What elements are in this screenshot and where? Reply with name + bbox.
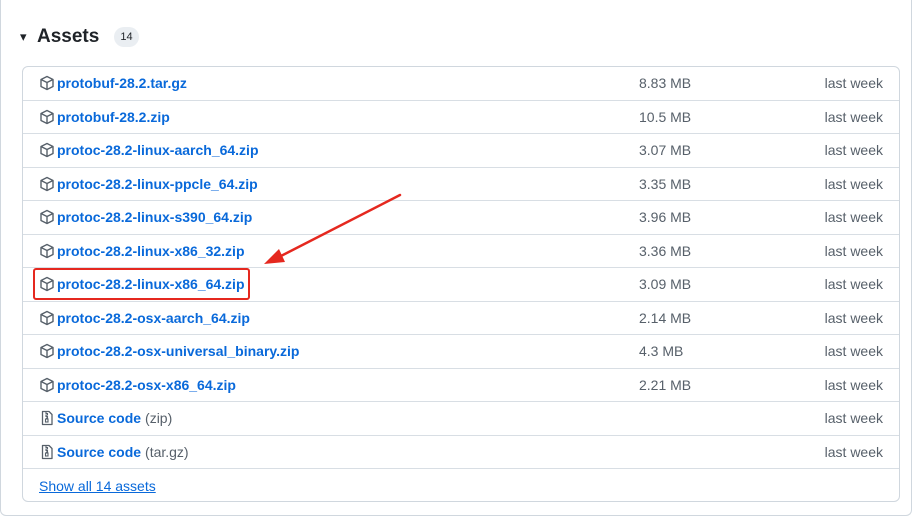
asset-link[interactable]: protobuf-28.2.tar.gz — [57, 75, 187, 91]
asset-row: protobuf-28.2.zip 10.5 MB last week — [23, 101, 899, 134]
asset-time: last week — [824, 108, 883, 125]
package-icon — [40, 143, 54, 158]
asset-link[interactable]: protoc-28.2-linux-s390_64.zip — [57, 209, 252, 225]
asset-size: 4.3 MB — [639, 343, 684, 360]
assets-list: protobuf-28.2.tar.gz 8.83 MB last week p… — [22, 66, 900, 502]
show-all-row: Show all 14 assets — [23, 469, 899, 501]
asset-time: last week — [824, 410, 883, 427]
source-code-row: Source code (tar.gz) last week — [23, 436, 899, 469]
asset-link[interactable]: protoc-28.2-linux-ppcle_64.zip — [57, 176, 258, 192]
package-icon — [40, 377, 54, 392]
package-icon — [40, 277, 54, 292]
package-icon — [40, 210, 54, 225]
asset-size: 10.5 MB — [639, 108, 692, 125]
asset-row: protobuf-28.2.tar.gz 8.83 MB last week — [23, 67, 899, 101]
asset-row: protoc-28.2-osx-aarch_64.zip 2.14 MB las… — [23, 302, 899, 335]
package-icon — [40, 176, 54, 191]
source-code-zip-link[interactable]: Source code (zip) — [57, 410, 172, 426]
asset-row: protoc-28.2-osx-x86_64.zip 2.21 MB last … — [23, 369, 899, 402]
source-code-row: Source code (zip) last week — [23, 402, 899, 436]
caret-down-icon: ▾ — [20, 29, 27, 44]
asset-time: last week — [824, 309, 883, 326]
file-zip-icon — [41, 411, 53, 426]
asset-row-highlighted: protoc-28.2-linux-x86_64.zip 3.09 MB las… — [23, 268, 899, 302]
asset-link[interactable]: protoc-28.2-osx-x86_64.zip — [57, 377, 236, 393]
asset-link[interactable]: protoc-28.2-linux-x86_32.zip — [57, 243, 245, 259]
asset-row: protoc-28.2-linux-ppcle_64.zip 3.35 MB l… — [23, 168, 899, 201]
asset-size: 8.83 MB — [639, 75, 692, 92]
package-icon — [40, 310, 54, 325]
asset-time: last week — [824, 276, 883, 293]
asset-size: 2.21 MB — [639, 376, 692, 393]
asset-time: last week — [824, 142, 883, 159]
asset-time: last week — [824, 209, 883, 226]
assets-toggle[interactable]: ▾ Assets 14 — [20, 24, 139, 50]
asset-link[interactable]: protobuf-28.2.zip — [57, 109, 170, 125]
asset-time: last week — [824, 376, 883, 393]
asset-time: last week — [824, 75, 883, 92]
asset-time: last week — [824, 242, 883, 259]
asset-time: last week — [824, 443, 883, 460]
asset-row: protoc-28.2-linux-aarch_64.zip 3.07 MB l… — [23, 134, 899, 168]
asset-size: 2.14 MB — [639, 309, 692, 326]
asset-link[interactable]: protoc-28.2-linux-x86_64.zip — [57, 276, 245, 292]
asset-time: last week — [824, 343, 883, 360]
asset-row: protoc-28.2-linux-s390_64.zip 3.96 MB la… — [23, 201, 899, 235]
asset-size: 3.09 MB — [639, 276, 692, 293]
asset-size: 3.36 MB — [639, 242, 692, 259]
source-code-targz-link[interactable]: Source code (tar.gz) — [57, 444, 189, 460]
asset-time: last week — [824, 175, 883, 192]
asset-row: protoc-28.2-osx-universal_binary.zip 4.3… — [23, 335, 899, 369]
package-icon — [40, 109, 54, 124]
package-icon — [40, 344, 54, 359]
show-all-assets-link[interactable]: Show all 14 assets — [39, 478, 156, 494]
asset-size: 3.07 MB — [639, 142, 692, 159]
asset-row: protoc-28.2-linux-x86_32.zip 3.36 MB las… — [23, 235, 899, 268]
package-icon — [40, 243, 54, 258]
asset-link[interactable]: protoc-28.2-linux-aarch_64.zip — [57, 142, 259, 158]
assets-title: Assets — [37, 26, 100, 47]
assets-count-badge: 14 — [114, 27, 139, 47]
asset-size: 3.35 MB — [639, 175, 692, 192]
asset-link[interactable]: protoc-28.2-osx-aarch_64.zip — [57, 310, 250, 326]
asset-size: 3.96 MB — [639, 209, 692, 226]
package-icon — [40, 76, 54, 91]
file-zip-icon — [41, 444, 53, 459]
asset-link[interactable]: protoc-28.2-osx-universal_binary.zip — [57, 343, 299, 359]
